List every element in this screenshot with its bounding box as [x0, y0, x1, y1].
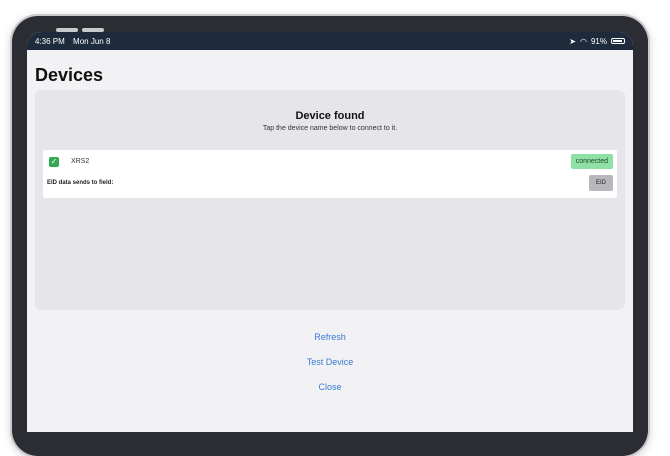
- eid-button[interactable]: EID: [589, 175, 613, 191]
- device-row[interactable]: ✓ XRS2 connected EID data sends to field…: [43, 150, 617, 198]
- close-button[interactable]: Close: [27, 379, 633, 404]
- status-bar: 4:36 PM Mon Jun 8 ➤ ◠ 91%: [27, 32, 633, 50]
- status-date: Mon Jun 8: [73, 36, 111, 46]
- app-screen: 4:36 PM Mon Jun 8 ➤ ◠ 91% Devices Device…: [27, 32, 633, 432]
- panel-heading: Device found: [295, 110, 365, 122]
- battery-icon: [611, 38, 625, 44]
- refresh-button[interactable]: Refresh: [27, 329, 633, 354]
- page-title: Devices: [35, 65, 104, 85]
- eid-label: EID data sends to field:: [47, 180, 114, 186]
- checkmark-icon[interactable]: ✓: [49, 157, 59, 167]
- device-name[interactable]: XRS2: [71, 158, 89, 165]
- action-list: Refresh Test Device Close: [27, 329, 633, 404]
- test-device-button[interactable]: Test Device: [27, 354, 633, 379]
- location-icon: ➤: [569, 36, 576, 46]
- status-badge: connected: [570, 154, 613, 169]
- panel-subheading: Tap the device name below to connect to …: [262, 125, 398, 132]
- device-panel: Device found Tap the device name below t…: [35, 90, 625, 310]
- status-time: 4:36 PM: [35, 36, 65, 46]
- wifi-icon: ◠: [580, 36, 587, 46]
- battery-percent: 91%: [590, 36, 607, 46]
